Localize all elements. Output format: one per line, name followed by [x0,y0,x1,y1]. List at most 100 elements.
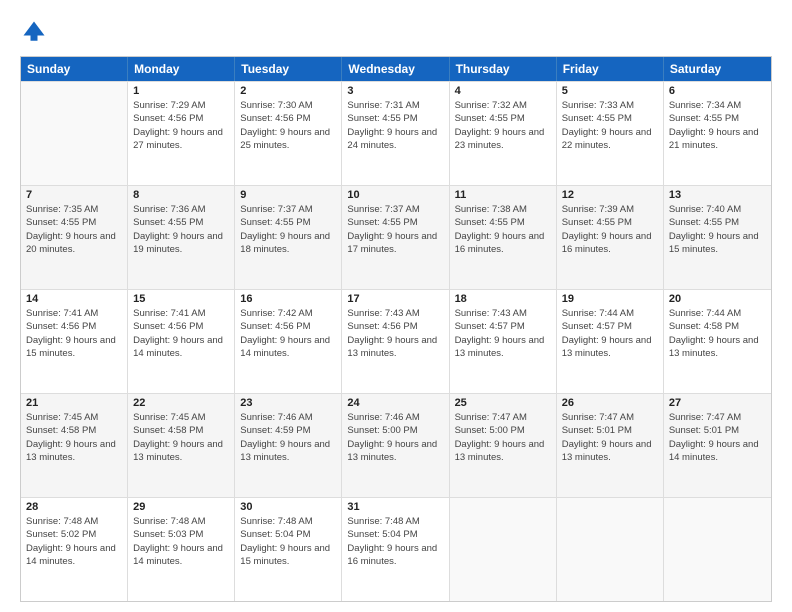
daylight-text: Daylight: 9 hours and 16 minutes. [455,230,551,257]
sunset-text: Sunset: 4:55 PM [669,112,766,125]
calendar-cell [450,498,557,601]
daylight-text: Daylight: 9 hours and 13 minutes. [562,438,658,465]
day-number: 28 [26,501,122,513]
daylight-text: Daylight: 9 hours and 27 minutes. [133,126,229,153]
day-number: 30 [240,501,336,513]
sunrise-text: Sunrise: 7:48 AM [26,515,122,528]
logo-icon [20,18,48,46]
sunset-text: Sunset: 4:56 PM [133,112,229,125]
sunset-text: Sunset: 4:55 PM [455,216,551,229]
daylight-text: Daylight: 9 hours and 13 minutes. [347,334,443,361]
sunrise-text: Sunrise: 7:43 AM [347,307,443,320]
sunrise-text: Sunrise: 7:41 AM [133,307,229,320]
sunset-text: Sunset: 4:55 PM [133,216,229,229]
sunset-text: Sunset: 4:57 PM [562,320,658,333]
calendar-cell: 23Sunrise: 7:46 AMSunset: 4:59 PMDayligh… [235,394,342,497]
daylight-text: Daylight: 9 hours and 25 minutes. [240,126,336,153]
day-number: 13 [669,189,766,201]
calendar-cell: 18Sunrise: 7:43 AMSunset: 4:57 PMDayligh… [450,290,557,393]
sunset-text: Sunset: 4:55 PM [562,112,658,125]
day-number: 23 [240,397,336,409]
calendar-cell: 13Sunrise: 7:40 AMSunset: 4:55 PMDayligh… [664,186,771,289]
calendar-cell: 5Sunrise: 7:33 AMSunset: 4:55 PMDaylight… [557,82,664,185]
calendar-row: 14Sunrise: 7:41 AMSunset: 4:56 PMDayligh… [21,289,771,393]
day-number: 29 [133,501,229,513]
sunrise-text: Sunrise: 7:30 AM [240,99,336,112]
calendar-header: SundayMondayTuesdayWednesdayThursdayFrid… [21,57,771,81]
sunset-text: Sunset: 4:59 PM [240,424,336,437]
calendar-cell: 22Sunrise: 7:45 AMSunset: 4:58 PMDayligh… [128,394,235,497]
sunset-text: Sunset: 4:55 PM [455,112,551,125]
day-number: 5 [562,85,658,97]
sunset-text: Sunset: 4:58 PM [133,424,229,437]
header [20,18,772,46]
daylight-text: Daylight: 9 hours and 13 minutes. [347,438,443,465]
header-cell-saturday: Saturday [664,57,771,81]
sunset-text: Sunset: 4:56 PM [240,320,336,333]
calendar-cell: 30Sunrise: 7:48 AMSunset: 5:04 PMDayligh… [235,498,342,601]
day-number: 8 [133,189,229,201]
sunrise-text: Sunrise: 7:44 AM [562,307,658,320]
day-number: 18 [455,293,551,305]
header-cell-thursday: Thursday [450,57,557,81]
daylight-text: Daylight: 9 hours and 20 minutes. [26,230,122,257]
sunrise-text: Sunrise: 7:48 AM [133,515,229,528]
calendar-row: 21Sunrise: 7:45 AMSunset: 4:58 PMDayligh… [21,393,771,497]
calendar-cell: 14Sunrise: 7:41 AMSunset: 4:56 PMDayligh… [21,290,128,393]
calendar-cell: 26 Sunrise: 7:47 AMSunset: 5:01 PMDayligh… [557,394,664,497]
calendar-cell: 31Sunrise: 7:48 AMSunset: 5:04 PMDayligh… [342,498,449,601]
sunset-text: Sunset: 4:56 PM [347,320,443,333]
day-number: 6 [669,85,766,97]
day-number: 31 [347,501,443,513]
calendar-cell: 12Sunrise: 7:39 AMSunset: 4:55 PMDayligh… [557,186,664,289]
day-number: 11 [455,189,551,201]
calendar-cell: 6Sunrise: 7:34 AMSunset: 4:55 PMDaylight… [664,82,771,185]
calendar-row: 1Sunrise: 7:29 AMSunset: 4:56 PMDaylight… [21,81,771,185]
sunrise-text: Sunrise: 7:39 AM [562,203,658,216]
calendar-cell [21,82,128,185]
calendar-cell: 28Sunrise: 7:48 AMSunset: 5:02 PMDayligh… [21,498,128,601]
logo [20,18,52,46]
sunset-text: Sunset: 5:00 PM [347,424,443,437]
calendar-cell [557,498,664,601]
calendar-row: 7Sunrise: 7:35 AMSunset: 4:55 PMDaylight… [21,185,771,289]
sunrise-text: Sunrise: 7:48 AM [240,515,336,528]
sunrise-text: Sunrise: 7:44 AM [669,307,766,320]
sunrise-text: Sunrise: 7:36 AM [133,203,229,216]
day-number: 3 [347,85,443,97]
sunset-text: Sunset: 4:55 PM [240,216,336,229]
calendar-cell: 7Sunrise: 7:35 AMSunset: 4:55 PMDaylight… [21,186,128,289]
sunset-text: Sunset: 5:01 PM [562,424,658,437]
day-number: 20 [669,293,766,305]
sunrise-text: Sunrise: 7:43 AM [455,307,551,320]
calendar: SundayMondayTuesdayWednesdayThursdayFrid… [20,56,772,602]
daylight-text: Daylight: 9 hours and 13 minutes. [26,438,122,465]
daylight-text: Daylight: 9 hours and 15 minutes. [669,230,766,257]
sunset-text: Sunset: 4:55 PM [347,112,443,125]
calendar-cell: 17Sunrise: 7:43 AMSunset: 4:56 PMDayligh… [342,290,449,393]
day-number: 16 [240,293,336,305]
sunrise-text: Sunrise: 7:41 AM [26,307,122,320]
day-number: 4 [455,85,551,97]
day-number: 7 [26,189,122,201]
daylight-text: Daylight: 9 hours and 14 minutes. [133,334,229,361]
calendar-cell: 24Sunrise: 7:46 AMSunset: 5:00 PMDayligh… [342,394,449,497]
daylight-text: Daylight: 9 hours and 21 minutes. [669,126,766,153]
daylight-text: Daylight: 9 hours and 13 minutes. [240,438,336,465]
sunset-text: Sunset: 4:55 PM [347,216,443,229]
calendar-cell: 27Sunrise: 7:47 AMSunset: 5:01 PMDayligh… [664,394,771,497]
day-number: 1 [133,85,229,97]
day-number: 26 [562,397,658,409]
sunrise-text: Sunrise: 7:48 AM [347,515,443,528]
sunset-text: Sunset: 4:55 PM [26,216,122,229]
calendar-cell: 29Sunrise: 7:48 AMSunset: 5:03 PMDayligh… [128,498,235,601]
sunrise-text: Sunrise: 7:40 AM [669,203,766,216]
sunset-text: Sunset: 4:56 PM [26,320,122,333]
calendar-cell: 3Sunrise: 7:31 AMSunset: 4:55 PMDaylight… [342,82,449,185]
daylight-text: Daylight: 9 hours and 15 minutes. [26,334,122,361]
sunrise-text: Sunrise: 7:47 AM [455,411,551,424]
sunrise-text: Sunrise: 7:47 AM [562,411,658,424]
day-number: 22 [133,397,229,409]
calendar-cell: 20Sunrise: 7:44 AMSunset: 4:58 PMDayligh… [664,290,771,393]
day-number: 2 [240,85,336,97]
